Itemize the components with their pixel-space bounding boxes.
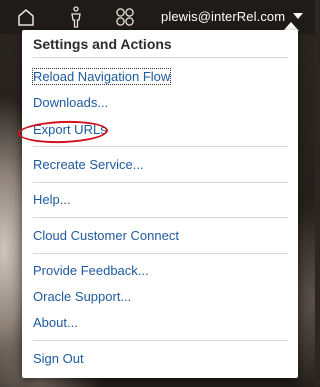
- menu-item-oracle-support[interactable]: Oracle Support...: [33, 289, 131, 304]
- menu-item-recreate-service[interactable]: Recreate Service...: [33, 157, 144, 172]
- menu-item-downloads[interactable]: Downloads...: [33, 95, 108, 110]
- user-menu-label[interactable]: plewis@interRel.com: [161, 9, 285, 24]
- chevron-down-icon[interactable]: [293, 13, 303, 19]
- divider: [33, 340, 288, 341]
- home-icon[interactable]: [15, 6, 37, 28]
- divider: [33, 57, 288, 58]
- menu-item-reload-navigation-flow[interactable]: Reload Navigation Flow: [31, 68, 172, 85]
- menu-title: Settings and Actions: [33, 36, 172, 52]
- divider: [33, 182, 288, 183]
- divider: [33, 253, 288, 254]
- settings-actions-menu: Settings and Actions Reload Navigation F…: [22, 30, 298, 378]
- menu-item-help[interactable]: Help...: [33, 192, 71, 207]
- divider: [33, 146, 288, 147]
- apps-icon[interactable]: [114, 6, 136, 28]
- person-icon[interactable]: [66, 6, 86, 28]
- menu-item-cloud-customer-connect[interactable]: Cloud Customer Connect: [33, 228, 179, 243]
- divider: [33, 217, 288, 218]
- menu-item-provide-feedback[interactable]: Provide Feedback...: [33, 263, 149, 278]
- top-bar: plewis@interRel.com: [0, 0, 315, 34]
- menu-item-about[interactable]: About...: [33, 315, 78, 330]
- menu-item-sign-out[interactable]: Sign Out: [33, 351, 84, 366]
